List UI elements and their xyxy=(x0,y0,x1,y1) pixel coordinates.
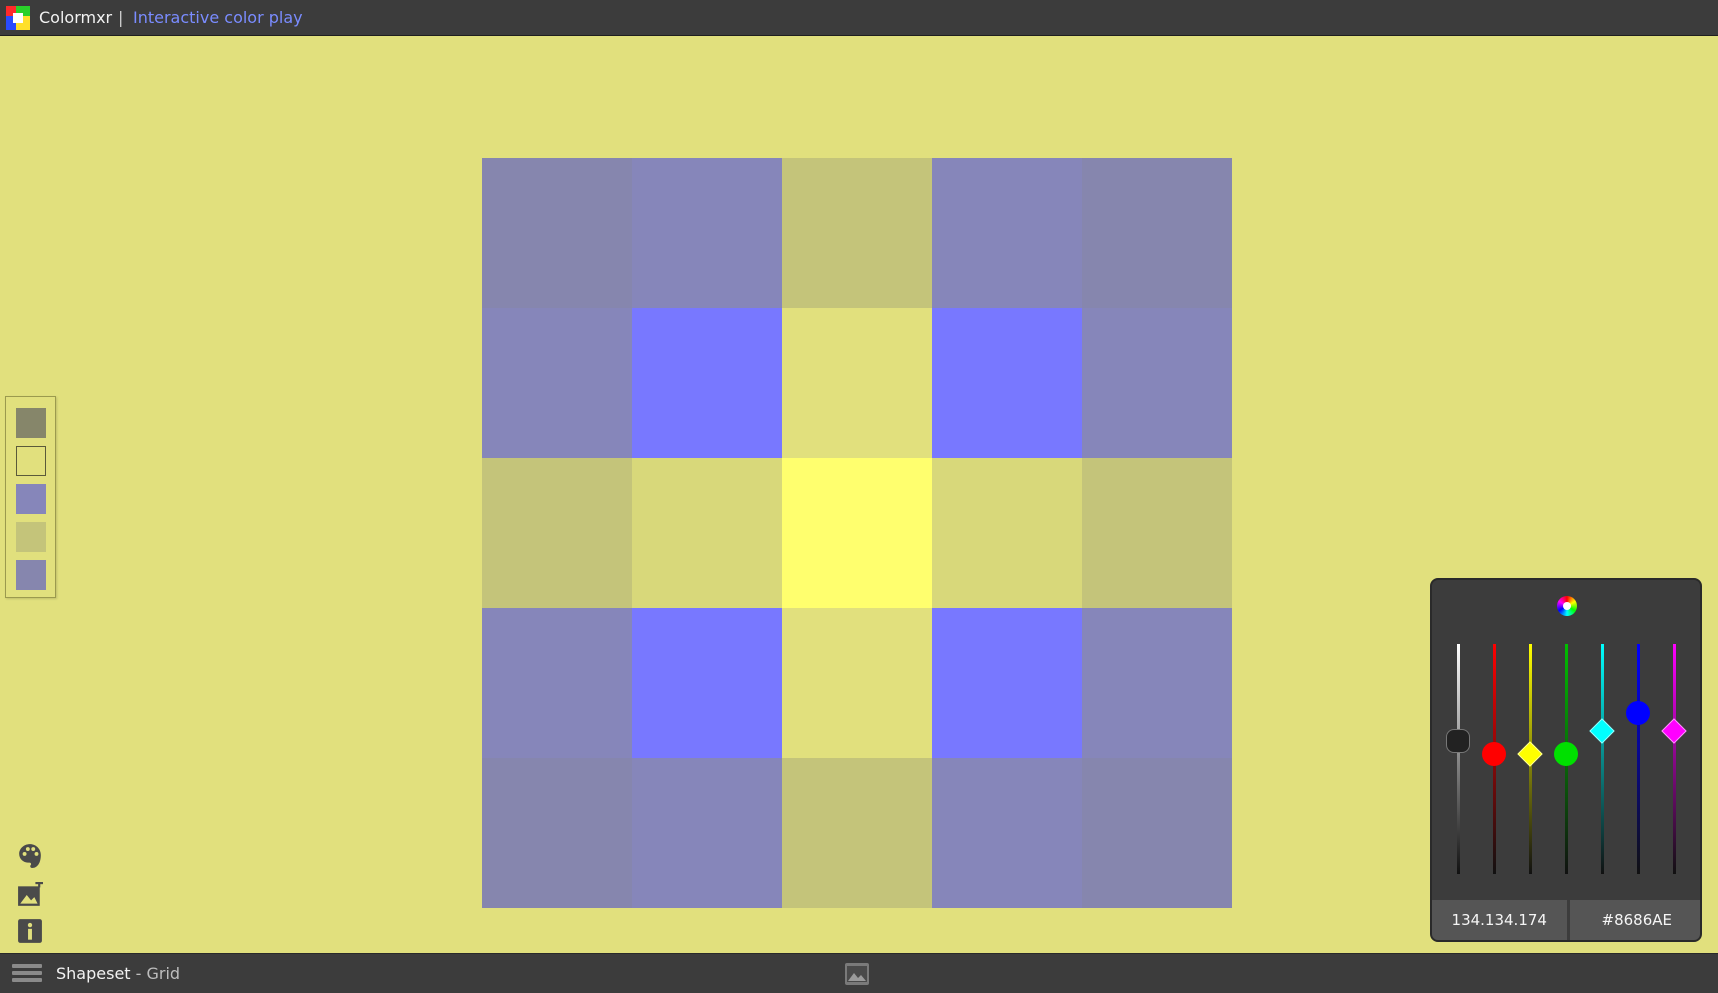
color-picker-panel: 134.134.174 #8686AE xyxy=(1430,578,1702,942)
grid-cell[interactable] xyxy=(932,158,1082,308)
title-separator: | xyxy=(118,8,124,27)
hex-value-field[interactable]: #8686AE xyxy=(1566,900,1700,940)
shapeset-value: - Grid xyxy=(130,964,181,983)
color-wheel-icon[interactable] xyxy=(1557,596,1577,616)
grid-cell[interactable] xyxy=(782,308,932,458)
yellow-slider-knob[interactable] xyxy=(1517,741,1543,768)
grid-cell[interactable] xyxy=(632,308,782,458)
color-swatch[interactable] xyxy=(16,522,46,552)
grid-cell[interactable] xyxy=(632,608,782,758)
grid-cell[interactable] xyxy=(1082,608,1232,758)
color-swatch[interactable] xyxy=(16,446,46,476)
grid-cell[interactable] xyxy=(1082,158,1232,308)
grid-cell[interactable] xyxy=(782,158,932,308)
bottom-bar: Shapeset - Grid xyxy=(0,953,1718,993)
black-slider-track[interactable] xyxy=(1457,644,1460,874)
grid-cell[interactable] xyxy=(782,608,932,758)
grid-cell[interactable] xyxy=(782,458,932,608)
grid-cell[interactable] xyxy=(782,758,932,908)
grid-cell[interactable] xyxy=(632,458,782,608)
cyan-slider-track[interactable] xyxy=(1601,644,1604,874)
grid-cell[interactable] xyxy=(482,758,632,908)
blue-slider-track[interactable] xyxy=(1637,644,1640,874)
hamburger-menu-icon[interactable] xyxy=(12,964,42,984)
shape-grid xyxy=(482,158,1232,908)
black-slider-knob[interactable] xyxy=(1446,728,1470,753)
color-swatch[interactable] xyxy=(16,560,46,590)
rgb-value-field[interactable]: 134.134.174 xyxy=(1432,900,1567,940)
grid-cell[interactable] xyxy=(482,458,632,608)
image-icon[interactable] xyxy=(845,963,869,985)
info-icon[interactable] xyxy=(17,918,43,944)
grid-cell[interactable] xyxy=(932,458,1082,608)
add-image-icon[interactable] xyxy=(17,882,43,908)
grid-cell[interactable] xyxy=(1082,458,1232,608)
blue-slider-knob[interactable] xyxy=(1626,701,1650,725)
grid-cell[interactable] xyxy=(932,608,1082,758)
green-slider-knob[interactable] xyxy=(1554,742,1578,767)
grid-cell[interactable] xyxy=(632,158,782,308)
grid-cell[interactable] xyxy=(1082,308,1232,458)
magenta-slider-knob[interactable] xyxy=(1661,718,1687,745)
cyan-slider-knob[interactable] xyxy=(1589,718,1615,745)
shapeset-selector[interactable]: Shapeset - Grid xyxy=(56,964,180,983)
palette-icon[interactable] xyxy=(17,842,43,868)
app-logo-icon xyxy=(6,6,30,30)
color-swatch[interactable] xyxy=(16,484,46,514)
app-title: Colormxr xyxy=(39,8,113,27)
grid-cell[interactable] xyxy=(482,158,632,308)
grid-cell[interactable] xyxy=(632,758,782,908)
top-bar: Colormxr | Interactive color play xyxy=(0,0,1718,36)
grid-cell[interactable] xyxy=(482,608,632,758)
swatch-panel xyxy=(5,396,56,598)
grid-cell[interactable] xyxy=(482,308,632,458)
picker-values: 134.134.174 #8686AE xyxy=(1432,900,1700,940)
red-slider-knob[interactable] xyxy=(1482,742,1506,767)
grid-cell[interactable] xyxy=(932,758,1082,908)
grid-cell[interactable] xyxy=(932,308,1082,458)
color-swatch[interactable] xyxy=(16,408,46,438)
shapeset-label: Shapeset xyxy=(56,964,131,983)
magenta-slider-track[interactable] xyxy=(1673,644,1676,874)
grid-cell[interactable] xyxy=(1082,758,1232,908)
app-subtitle: Interactive color play xyxy=(133,8,303,27)
